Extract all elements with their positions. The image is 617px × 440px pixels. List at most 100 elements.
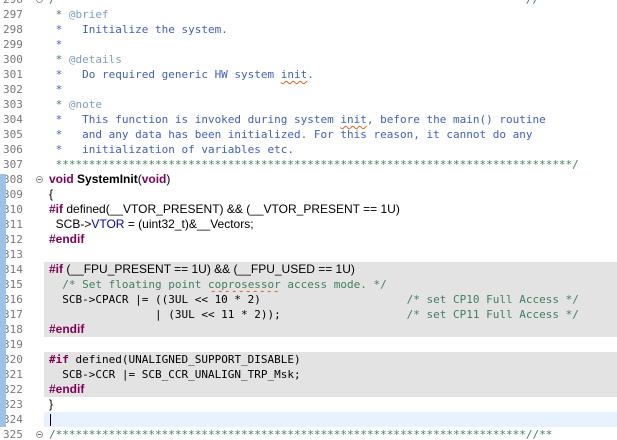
code-token: /***************************************…	[49, 428, 553, 440]
line-number: 299	[0, 37, 44, 52]
line-number: 319	[0, 337, 44, 352]
code-text[interactable]: /* Set floating point coprosessor access…	[49, 277, 387, 292]
editor-line[interactable]: 298 * Initialize the system.	[0, 22, 617, 37]
code-text[interactable]: * @details	[49, 52, 122, 67]
code-text[interactable]: SCB->CCR |= SCB_CCR_UNALIGN_TRP_Msk;	[49, 367, 300, 382]
code-text[interactable]: SCB->CPACR |= ((3UL << 10 * 2) /* set CP…	[49, 292, 579, 307]
code-text[interactable]: *	[49, 37, 63, 52]
code-token: .	[307, 68, 314, 81]
line-number: 305	[0, 127, 44, 142]
code-token: *	[49, 53, 69, 66]
line-number: 301	[0, 67, 44, 82]
code-text[interactable]: /***************************************…	[49, 427, 552, 440]
code-text[interactable]: #endif	[49, 232, 84, 247]
editor-line[interactable]: 315 /* Set floating point coprosessor ac…	[0, 277, 617, 292]
line-number: 311	[0, 217, 44, 232]
line-number: 312	[0, 232, 44, 247]
line-number: 307	[0, 157, 44, 172]
code-text[interactable]: {	[49, 187, 53, 202]
code-token: #endif	[49, 382, 85, 396]
editor-line[interactable]: 302 *	[0, 82, 617, 97]
line-number: 315	[0, 277, 44, 292]
code-text[interactable]: #endif	[49, 382, 84, 397]
editor-line[interactable]: 321 SCB->CCR |= SCB_CCR_UNALIGN_TRP_Msk;	[0, 367, 617, 382]
code-text[interactable]: * Initialize the system.	[49, 22, 228, 37]
code-token: )	[166, 172, 171, 186]
editor-line[interactable]: 316 SCB->CPACR |= ((3UL << 10 * 2) /* se…	[0, 292, 617, 307]
code-text[interactable]: #if defined(UNALIGNED_SUPPORT_DISABLE)	[49, 352, 301, 367]
code-text[interactable]: /***************************************…	[49, 0, 552, 7]
code-token: ****************************************…	[49, 158, 579, 171]
line-number: 318	[0, 322, 44, 337]
code-text[interactable]: * @brief	[49, 7, 109, 22]
editor-line[interactable]: 308 void SystemInit(void)	[0, 172, 617, 187]
code-editor[interactable]: 296/************************************…	[0, 0, 617, 440]
editor-line[interactable]: 314 #if (__FPU_PRESENT == 1U) && (__FPU_U…	[0, 262, 617, 277]
code-token: #if	[49, 262, 67, 276]
code-token: | (3UL << 11 * 2));	[49, 308, 407, 321]
code-text[interactable]: * and any data has been initialized. For…	[49, 127, 533, 142]
fold-collapse-icon[interactable]	[36, 431, 43, 438]
code-token: * Do required generic HW system	[49, 68, 281, 81]
editor-line[interactable]: 300 * @details	[0, 52, 617, 67]
code-text[interactable]: *	[49, 82, 63, 97]
code-token: void	[141, 172, 167, 186]
code-text[interactable]: #endif	[49, 322, 84, 337]
line-number: 313	[0, 247, 44, 262]
code-text[interactable]: * initialization of variables etc.	[49, 142, 294, 157]
code-text[interactable]: #if (__FPU_PRESENT == 1U) && (__FPU_USED…	[49, 262, 355, 277]
fold-collapse-icon[interactable]	[36, 0, 43, 3]
editor-line[interactable]: 307 ************************************…	[0, 157, 617, 172]
editor-line[interactable]: 296/************************************…	[0, 0, 617, 7]
editor-line[interactable]: 312 #endif	[0, 232, 617, 247]
misspelled-word: init	[340, 113, 367, 126]
editor-line[interactable]: 305 * and any data has been initialized.…	[0, 127, 617, 142]
line-number: 306	[0, 142, 44, 157]
code-token: @details	[68, 53, 122, 66]
editor-line[interactable]: 299 *	[0, 37, 617, 52]
editor-line[interactable]: 322 #endif	[0, 382, 617, 397]
code-token: /* set CP11 Full Access */	[406, 308, 579, 321]
code-token: * This function is invoked during system	[49, 113, 341, 126]
code-text[interactable]: ****************************************…	[49, 157, 579, 172]
editor-line[interactable]: 325/************************************…	[0, 427, 617, 440]
code-token: #if	[49, 202, 67, 216]
editor-line[interactable]: 297 * @brief	[0, 7, 617, 22]
editor-line[interactable]: 310 #if defined(__VTOR_PRESENT) && (__VTO…	[0, 202, 617, 217]
line-number: 297	[0, 7, 44, 22]
editor-line[interactable]: 303 * @note	[0, 97, 617, 112]
quick-diff-added-marker[interactable]	[0, 174, 6, 427]
code-text[interactable]: SCB->VTOR = (uint32_t)&__Vectors;	[49, 217, 254, 232]
editor-line[interactable]: 320 #if defined(UNALIGNED_SUPPORT_DISABLE…	[0, 352, 617, 367]
code-text[interactable]: }	[49, 397, 53, 412]
line-number: 303	[0, 97, 44, 112]
line-number: 310	[0, 202, 44, 217]
editor-line[interactable]: 301 * Do required generic HW system init…	[0, 67, 617, 82]
code-text[interactable]: * Do required generic HW system init.	[49, 67, 314, 82]
line-number: 321	[0, 367, 44, 382]
line-number: 309	[0, 187, 44, 202]
editor-line[interactable]: 323}	[0, 397, 617, 412]
misspelled-word: coprosessor	[207, 278, 281, 291]
editor-line[interactable]: 319	[0, 337, 617, 352]
editor-line[interactable]: 306 * initialization of variables etc.	[0, 142, 617, 157]
fold-collapse-icon[interactable]	[36, 176, 43, 183]
editor-line[interactable]: 313	[0, 247, 617, 262]
code-text[interactable]: #if defined(__VTOR_PRESENT) && (__VTOR_P…	[49, 202, 400, 217]
code-token: *	[49, 8, 69, 21]
editor-line[interactable]: 324	[0, 412, 617, 427]
editor-line[interactable]: 318 #endif	[0, 322, 617, 337]
code-token: = (uint32_t)&__Vectors;	[124, 217, 254, 231]
line-number: 316	[0, 292, 44, 307]
editor-line[interactable]: 317 | (3UL << 11 * 2)); /* set CP11 Full…	[0, 307, 617, 322]
code-text[interactable]: * @note	[49, 97, 102, 112]
code-token: defined(UNALIGNED_SUPPORT_DISABLE)	[75, 353, 301, 366]
code-token: *	[49, 38, 63, 51]
editor-line[interactable]: 309 {	[0, 187, 617, 202]
code-text[interactable]: | (3UL << 11 * 2)); /* set CP11 Full Acc…	[49, 307, 579, 322]
code-text[interactable]: void SystemInit(void)	[49, 172, 170, 187]
code-text[interactable]: * This function is invoked during system…	[49, 112, 546, 127]
editor-line[interactable]: 304 * This function is invoked during sy…	[0, 112, 617, 127]
editor-line[interactable]: 311 SCB->VTOR = (uint32_t)&__Vectors;	[0, 217, 617, 232]
line-number: 304	[0, 112, 44, 127]
